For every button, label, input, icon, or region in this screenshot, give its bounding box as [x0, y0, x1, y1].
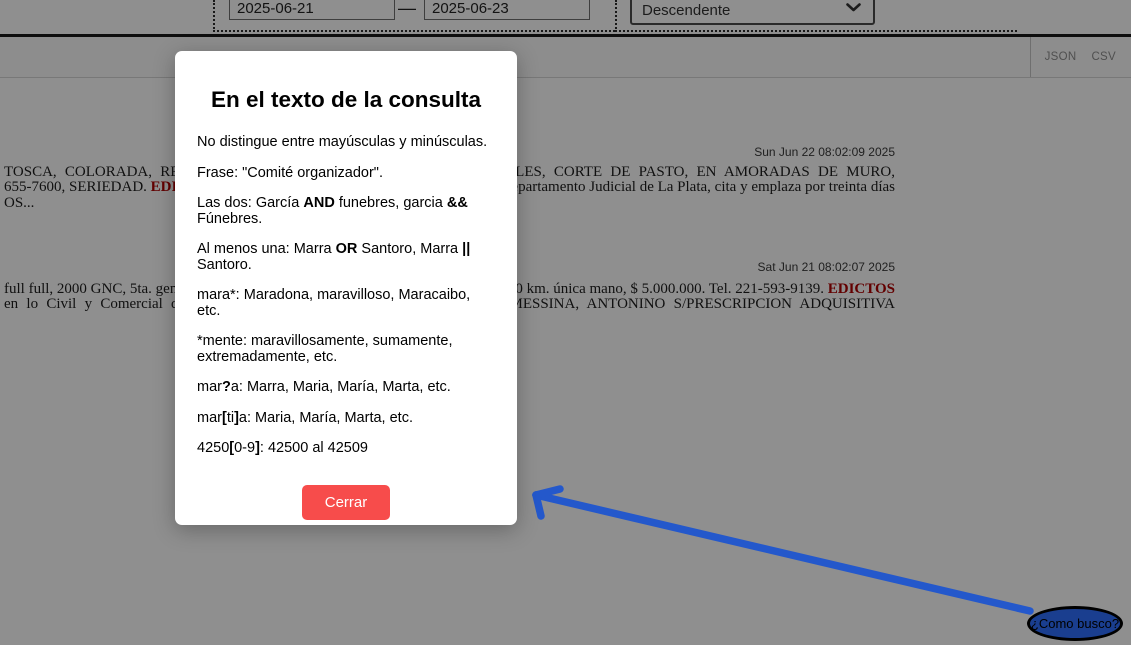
help-paragraph: Frase: "Comité organizador".: [197, 166, 495, 182]
close-button[interactable]: Cerrar: [302, 485, 391, 520]
help-paragraph: mar?a: Marra, Maria, María, Marta, etc.: [197, 380, 495, 396]
search-help-modal: En el texto de la consulta No distingue …: [175, 51, 517, 525]
help-paragraph: mara*: Maradona, maravilloso, Maracaibo,…: [197, 288, 495, 319]
help-paragraph: *mente: maravillosamente, sumamente, ext…: [197, 334, 495, 365]
modal-backdrop[interactable]: [0, 0, 1131, 645]
help-paragraph: Las dos: García AND funebres, garcia && …: [197, 196, 495, 227]
modal-title: En el texto de la consulta: [197, 87, 495, 113]
help-paragraph: 4250[0-9]: 42500 al 42509: [197, 441, 495, 457]
help-paragraph: No distingue entre mayúsculas y minúscul…: [197, 135, 495, 151]
help-paragraph: Al menos una: Marra OR Santoro, Marra ||…: [197, 242, 495, 273]
help-paragraph: mar[ti]a: Maria, María, Marta, etc.: [197, 411, 495, 427]
como-busco-button[interactable]: ¿Como busco?: [1027, 606, 1123, 641]
